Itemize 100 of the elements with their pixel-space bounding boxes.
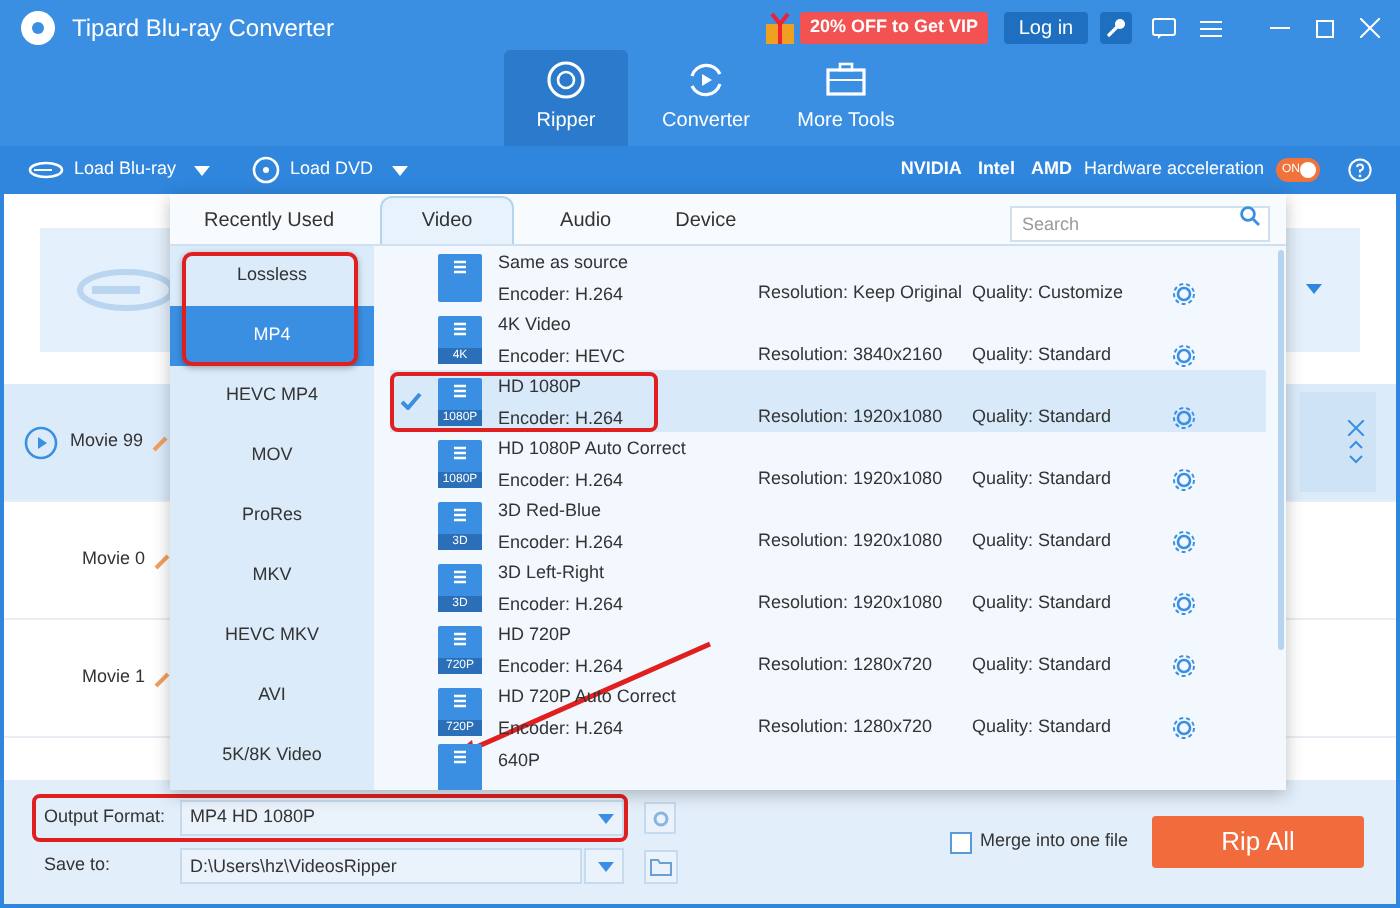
search-icon (1240, 206, 1260, 226)
pencil-icon[interactable] (151, 433, 170, 451)
film-icon (452, 259, 468, 273)
gpu-brand-label: NVIDIA (900, 156, 962, 183)
encoder-text: Encoder: H.264 (498, 529, 626, 555)
encoder-text: Encoder: H.264 (498, 467, 626, 493)
caret-icon (389, 163, 410, 177)
maximize-icon[interactable] (1316, 19, 1334, 37)
format-name: HD 1080P (498, 373, 584, 399)
gpu-brand-label: AMD (1030, 156, 1072, 183)
disc-icon (546, 60, 586, 100)
film-icon (452, 750, 468, 764)
format-tab[interactable]: Audio (542, 196, 630, 244)
format-tab[interactable]: Recently Used (186, 196, 353, 244)
settings-icon[interactable] (1172, 405, 1196, 429)
format-name: Same as source (498, 249, 631, 275)
refresh-play-icon (686, 60, 726, 100)
output-format-dropdown[interactable]: MP4 HD 1080P (180, 800, 624, 836)
toolbox-icon (826, 60, 866, 100)
gift-icon (763, 10, 796, 46)
format-category[interactable]: ProRes (170, 486, 374, 546)
merge-label: Merge into one file (979, 828, 1128, 855)
encoder-text: Encoder: H.264 (498, 281, 626, 307)
resolution-text: Resolution: Keep Original (758, 279, 965, 306)
login-button[interactable]: Log in (1004, 12, 1088, 44)
quality-text: Quality: Standard (972, 403, 1114, 430)
merge-checkbox[interactable] (949, 831, 972, 853)
movie-title: Movie 99 (70, 428, 144, 455)
quality-text: Quality: Standard (972, 651, 1114, 678)
format-row[interactable]: Same as source Encoder: H.264 Resolution: Keep Original Quality: Customize (390, 246, 1266, 308)
up-down-arrows-icon[interactable] (1348, 440, 1364, 464)
resolution-text: Resolution: 1280x720 (758, 651, 935, 678)
format-tab[interactable]: Device (657, 196, 755, 244)
film-icon (452, 383, 468, 397)
settings-icon[interactable] (1172, 343, 1196, 367)
play-icon[interactable] (24, 425, 58, 459)
path-dropdown-button[interactable] (584, 848, 624, 884)
settings-icon[interactable] (1172, 653, 1196, 677)
settings-icon[interactable] (1172, 715, 1196, 739)
film-icon (452, 569, 468, 583)
format-category[interactable]: HEVC MKV (170, 606, 374, 666)
format-tab[interactable]: Video (380, 196, 515, 244)
key-button[interactable] (1100, 12, 1132, 44)
format-name: 4K Video (498, 311, 573, 337)
format-category[interactable]: MKV (170, 546, 374, 606)
format-name: 640P (498, 748, 543, 774)
film-icon (452, 631, 468, 645)
format-name: HD 1080P Auto Correct (498, 435, 688, 461)
settings-icon (651, 809, 669, 827)
format-category[interactable]: HEVC MP4 (170, 366, 374, 426)
save-path-field[interactable]: D:\Users\hz\VideosRipper (180, 848, 582, 884)
folder-icon (650, 857, 672, 875)
quality-text: Quality: Customize (972, 279, 1126, 306)
load-button[interactable]: Load DVD (252, 156, 410, 184)
caret-icon (192, 163, 213, 177)
settings-icon[interactable] (1172, 281, 1196, 305)
save-to-label: Save to: (42, 852, 113, 879)
search-field[interactable]: Search (1010, 206, 1270, 242)
window-title: Tipard Blu-ray Converter (72, 12, 334, 46)
film-icon (452, 693, 468, 707)
format-category[interactable]: MOV (170, 426, 374, 486)
settings-icon[interactable] (1172, 467, 1196, 491)
encoder-text: Encoder: HEVC (498, 343, 628, 369)
settings-icon[interactable] (1172, 529, 1196, 553)
resolution-text: Resolution: 1920x1080 (758, 527, 945, 554)
load-button[interactable]: Load Blu-ray (28, 156, 213, 184)
format-category[interactable]: AVI (170, 666, 374, 726)
check-icon (399, 392, 421, 410)
film-icon (452, 507, 468, 521)
quality-text: Quality: Standard (972, 713, 1114, 740)
menu-icon[interactable] (1200, 19, 1222, 37)
resolution-text: Resolution: 1920x1080 (758, 589, 945, 616)
resolution-text: Resolution: 1920x1080 (758, 465, 945, 492)
dvd-icon (252, 156, 281, 184)
encoder-text: Encoder: H.264 (498, 405, 626, 431)
caret-icon (595, 860, 613, 872)
open-folder-button[interactable] (644, 849, 678, 883)
quality-text: Quality: Standard (972, 465, 1114, 492)
quality-text: Quality: Standard (972, 589, 1114, 616)
format-name: 3D Red-Blue (498, 497, 604, 523)
close-icon[interactable] (1348, 420, 1364, 436)
nav-tab[interactable]: Ripper (504, 50, 628, 146)
output-format-label: Output Format: (42, 804, 168, 831)
resolution-text: Resolution: 3840x2160 (758, 341, 945, 368)
format-row[interactable]: 640P (390, 742, 1266, 790)
format-name: HD 720P (498, 621, 574, 647)
format-category[interactable]: Lossless (170, 246, 374, 306)
film-icon (452, 445, 468, 459)
caret-icon[interactable] (1304, 282, 1324, 296)
settings-icon[interactable] (1172, 591, 1196, 615)
scrollbar-thumb[interactable] (1277, 250, 1283, 650)
blu-ray-icon (28, 158, 64, 182)
key-icon (1106, 18, 1126, 38)
format-category[interactable]: 5K/8K Video (170, 726, 374, 786)
help-icon[interactable] (1348, 158, 1372, 182)
chat-icon[interactable] (1152, 17, 1176, 39)
settings-button[interactable] (644, 802, 676, 834)
encoder-text: Encoder: H.264 (498, 653, 626, 679)
acceleration-label: Hardware acceleration (1083, 156, 1264, 183)
film-icon (452, 321, 468, 335)
